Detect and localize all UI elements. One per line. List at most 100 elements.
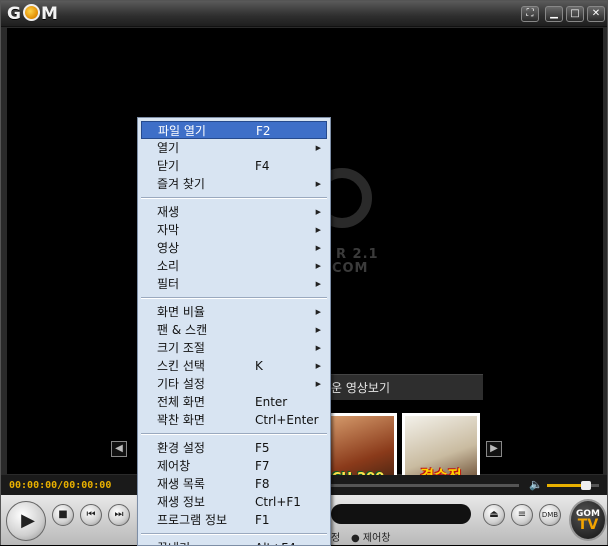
partial-label: 정	[331, 533, 341, 544]
submenu-arrow-icon: ▶	[315, 208, 321, 216]
info-display	[331, 504, 471, 524]
gom-logo: GM	[7, 4, 59, 24]
volume-slider[interactable]	[547, 481, 599, 490]
menu-item[interactable]: 자막 ▶	[141, 221, 327, 239]
playlist-button[interactable]: ≡	[511, 504, 533, 526]
menu-item-label: 스킨 선택	[157, 359, 205, 373]
menu-item-label: 환경 설정	[157, 441, 205, 455]
speaker-icon[interactable]: 🔈	[529, 478, 543, 491]
menu-item[interactable]: 재생 ▶	[141, 203, 327, 221]
volume-knob[interactable]	[581, 481, 591, 490]
stop-button[interactable]: ■	[52, 504, 74, 526]
menu-item-label: 재생	[157, 205, 180, 219]
maximize-button[interactable]: □	[566, 6, 584, 22]
gomtv-bottom-label: TV	[577, 517, 599, 533]
submenu-arrow-icon: ▶	[315, 262, 321, 270]
logo-letter-g: G	[7, 4, 22, 24]
time-display: 00:00:00/00:00:00	[9, 480, 112, 491]
menu-item-label: 필터	[157, 277, 180, 291]
logo-o-icon	[22, 4, 40, 21]
gom-player-window: GM ⛶ ▁ □ ✕ R 2.1 .COM 운 영상보기 ◀ ▶ CH.200 …	[0, 0, 608, 546]
close-button[interactable]: ✕	[587, 6, 605, 22]
menu-item-shortcut: F7	[255, 459, 270, 473]
play-button[interactable]: ▶	[6, 501, 46, 541]
submenu-arrow-icon: ▶	[315, 144, 321, 152]
menu-item[interactable]: 스킨 선택 K ▶	[141, 357, 327, 375]
menu-item-label: 영상	[157, 241, 180, 255]
next-button[interactable]: ⏭	[108, 504, 130, 526]
eject-button[interactable]: ⏏	[483, 504, 505, 526]
minimize-button[interactable]: ▁	[545, 6, 563, 22]
fullscreen-button[interactable]: ⛶	[521, 6, 539, 22]
menu-item-shortcut: F1	[255, 513, 270, 527]
menu-item[interactable]: 화면 비율 ▶	[141, 303, 327, 321]
seek-bar[interactable]	[331, 484, 519, 487]
menu-item-shortcut: F2	[256, 124, 271, 138]
menu-item-label: 열기	[157, 141, 180, 155]
menu-separator	[141, 433, 327, 435]
menu-item-label: 소리	[157, 259, 180, 273]
context-menu: 파일 열기 F2 열기 ▶ 닫기 F4 즐겨 찾기 ▶ 재생 ▶ 자막 ▶ 영상 ▶ 소리 ▶ 필터 ▶ 화면 비율…	[137, 117, 331, 546]
title-bar[interactable]: GM ⛶ ▁ □ ✕	[1, 1, 607, 27]
menu-item-label: 자막	[157, 223, 180, 237]
submenu-arrow-icon: ▶	[315, 344, 321, 352]
submenu-arrow-icon: ▶	[315, 280, 321, 288]
menu-item[interactable]: 전체 화면 Enter	[141, 393, 327, 411]
menu-item[interactable]: 영상 ▶	[141, 239, 327, 257]
menu-item-shortcut: Ctrl+Enter	[255, 413, 319, 427]
dmb-button[interactable]: DMB	[539, 504, 561, 526]
control-window-label: 제어창	[362, 533, 391, 544]
submenu-arrow-icon: ▶	[315, 380, 321, 388]
menu-item-label: 즐겨 찾기	[157, 177, 205, 191]
menu-item-shortcut: F8	[255, 477, 270, 491]
menu-item-label: 재생 정보	[157, 495, 205, 509]
gomtv-button[interactable]: GOM TV	[569, 499, 607, 541]
menu-item[interactable]: 열기 ▶	[141, 139, 327, 157]
menu-separator	[141, 197, 327, 199]
menu-item[interactable]: 소리 ▶	[141, 257, 327, 275]
menu-item-label: 화면 비율	[157, 305, 205, 319]
menu-item-label: 닫기	[157, 159, 180, 173]
menu-item-label: 꽉찬 화면	[157, 413, 205, 427]
menu-item-label: 전체 화면	[157, 395, 205, 409]
menu-item-label: 프로그램 정보	[157, 513, 228, 527]
submenu-arrow-icon: ▶	[315, 362, 321, 370]
recommend-header[interactable]: 운 영상보기	[325, 374, 483, 400]
menu-item[interactable]: 필터 ▶	[141, 275, 327, 293]
menu-item-shortcut: Enter	[255, 395, 288, 409]
submenu-arrow-icon: ▶	[315, 180, 321, 188]
menu-item[interactable]: 재생 목록 F8	[141, 475, 327, 493]
menu-item[interactable]: 프로그램 정보 F1	[141, 511, 327, 529]
menu-item-label: 재생 목록	[157, 477, 205, 491]
menu-item-shortcut: Ctrl+F1	[255, 495, 301, 509]
submenu-arrow-icon: ▶	[315, 308, 321, 316]
menu-separator	[141, 297, 327, 299]
submenu-arrow-icon: ▶	[315, 326, 321, 334]
menu-item[interactable]: 닫기 F4	[141, 157, 327, 175]
menu-item[interactable]: 즐겨 찾기 ▶	[141, 175, 327, 193]
menu-item-label: 팬 & 스캔	[157, 323, 208, 337]
menu-item-label: 제어창	[157, 459, 191, 473]
menu-item-label: 기타 설정	[157, 377, 205, 391]
menu-item[interactable]: 파일 열기 F2	[141, 121, 327, 139]
menu-separator	[141, 533, 327, 535]
next-thumb-arrow-icon[interactable]: ▶	[486, 441, 502, 457]
menu-item[interactable]: 크기 조절 ▶	[141, 339, 327, 357]
menu-item-shortcut: F5	[255, 441, 270, 455]
menu-item-shortcut: F4	[255, 159, 270, 173]
control-window-toggle[interactable]: ● 제어창	[351, 529, 391, 544]
logo-letter-m: M	[40, 4, 59, 24]
submenu-arrow-icon: ▶	[315, 244, 321, 252]
menu-item[interactable]: 팬 & 스캔 ▶	[141, 321, 327, 339]
menu-item-shortcut: K	[255, 359, 263, 373]
menu-item-label: 크기 조절	[157, 341, 205, 355]
menu-item[interactable]: 꽉찬 화면 Ctrl+Enter	[141, 411, 327, 429]
menu-item[interactable]: 재생 정보 Ctrl+F1	[141, 493, 327, 511]
prev-thumb-arrow-icon[interactable]: ◀	[111, 441, 127, 457]
submenu-arrow-icon: ▶	[315, 226, 321, 234]
previous-button[interactable]: ⏮	[80, 504, 102, 526]
menu-item[interactable]: 제어창 F7	[141, 457, 327, 475]
menu-item[interactable]: 환경 설정 F5	[141, 439, 327, 457]
menu-item-label: 파일 열기	[158, 124, 206, 138]
menu-item[interactable]: 기타 설정 ▶	[141, 375, 327, 393]
